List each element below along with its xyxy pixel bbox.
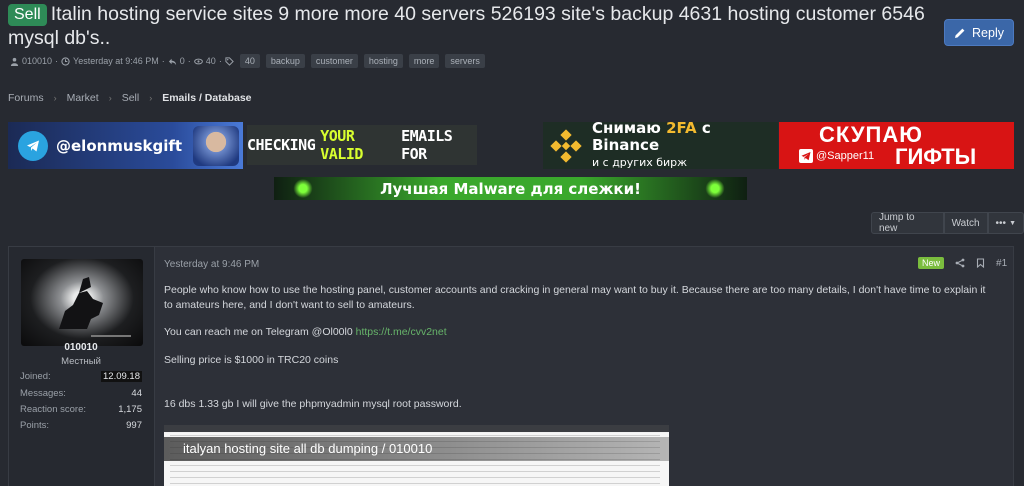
more-options-label: ••• — [995, 217, 1007, 229]
post-paragraph: Selling price is $1000 in TRC20 coins — [164, 354, 339, 366]
ad-banner-binance-text: Снимаю 2FA с Binance и с других бирж — [592, 122, 711, 169]
ad-banner-telegram[interactable]: @elonmuskgift — [8, 122, 243, 169]
prefix-badge[interactable]: Sell — [8, 4, 47, 26]
breadcrumb-market[interactable]: Market — [67, 92, 99, 104]
post-paragraph: You can reach me on Telegram @Ol00l0 htt… — [164, 326, 447, 338]
post-screenshot[interactable]: italyan hosting site all db dumping / 01… — [164, 425, 669, 486]
thread-title-text: Italin hosting service sites 9 more more… — [8, 3, 925, 49]
ad-banner-gifts[interactable]: СКУПАЮ @Sapper11 ГИФТЫ — [779, 122, 1014, 169]
tag-chip[interactable]: backup — [265, 54, 305, 68]
breadcrumb: Forums › Market › Sell › Emails / Databa… — [8, 92, 252, 104]
screenshot-caption: italyan hosting site all db dumping / 01… — [183, 441, 433, 456]
binance-logo-icon — [546, 126, 586, 166]
user-stat-reaction-score: Reaction score: 1,175 — [20, 404, 142, 415]
clock-icon — [61, 56, 70, 66]
eye-icon — [193, 58, 203, 64]
breadcrumb-separator: › — [108, 93, 112, 103]
user-stat-messages: Messages: 44 — [20, 388, 142, 399]
watch-button[interactable]: Watch — [943, 212, 988, 234]
telegram-icon — [799, 149, 813, 163]
ad-text: EMAILS FOR — [401, 127, 453, 163]
thread-title: Sell Italin hosting service sites 9 more … — [8, 2, 928, 50]
ad-text-highlight: YOUR VALID — [320, 127, 363, 163]
post-actions: New #1 — [918, 257, 1007, 269]
ad-banner-binance-2fa[interactable]: Снимаю 2FA с Binance и с других бирж — [543, 122, 778, 169]
jump-to-new-button[interactable]: Jump to new — [871, 212, 944, 234]
alien-icon — [292, 177, 314, 200]
new-badge: New — [918, 257, 945, 269]
user-icon — [10, 57, 19, 66]
more-options-button[interactable]: ••• ▼ — [987, 212, 1024, 234]
thread-date[interactable]: Yesterday at 9:46 PM — [73, 56, 159, 66]
avatar-image — [59, 277, 131, 337]
reply-count-icon — [168, 58, 176, 65]
post-paragraph: People who know how to use the hosting p… — [164, 284, 986, 311]
tag-chip[interactable]: 40 — [239, 54, 260, 68]
ad-banner-portrait — [193, 126, 239, 166]
chevron-down-icon: ▼ — [1009, 219, 1016, 227]
user-stat-points: Points: 997 — [20, 420, 142, 431]
view-count: 40 — [205, 56, 216, 66]
breadcrumb-separator: › — [53, 93, 57, 103]
ad-text: CHECKING — [247, 136, 316, 154]
reply-label: Reply — [972, 25, 1004, 40]
pencil-icon — [955, 28, 965, 38]
ad-text: ГИФТЫ — [895, 144, 977, 169]
telegram-link[interactable]: https://t.me/cvv2net — [356, 326, 447, 338]
ad-handle: @Sapper11 — [799, 149, 874, 163]
alien-icon — [704, 177, 726, 200]
bookmark-icon[interactable] — [976, 258, 985, 268]
thread-author[interactable]: 010010 — [22, 56, 52, 66]
tag-icon — [225, 56, 234, 66]
tag-chip[interactable]: hosting — [363, 54, 403, 68]
post-date[interactable]: Yesterday at 9:46 PM — [164, 259, 259, 270]
share-icon[interactable] — [955, 258, 965, 268]
screenshot-titlebar — [164, 425, 669, 432]
breadcrumb-sell[interactable]: Sell — [122, 92, 140, 104]
ad-banner-malware[interactable]: Лучшая Malware для слежки! — [274, 177, 747, 200]
ad-banner-telegram-text: @elonmuskgift — [56, 136, 183, 155]
post-username[interactable]: 010010 — [8, 342, 154, 353]
ad-text: Лучшая Malware для слежки! — [380, 179, 641, 198]
post-user-title: Местный — [61, 356, 101, 367]
tag-chip[interactable]: customer — [310, 54, 358, 68]
tag-chip[interactable]: more — [408, 54, 440, 68]
ad-banner-email-checker[interactable]: CHECKING YOUR VALID EMAILS FOR — [247, 125, 477, 165]
breadcrumb-forums[interactable]: Forums — [8, 92, 44, 104]
telegram-icon — [18, 130, 48, 161]
reply-count: 0 — [179, 56, 185, 66]
reply-button[interactable]: Reply — [944, 19, 1014, 46]
user-stat-joined: Joined: 12.09.18 — [20, 371, 142, 382]
post-number[interactable]: #1 — [996, 258, 1007, 269]
avatar[interactable] — [21, 259, 143, 346]
breadcrumb-current[interactable]: Emails / Database — [162, 92, 251, 104]
thread-meta: 010010 · Yesterday at 9:46 PM · 0 · 40 ·… — [10, 54, 485, 68]
breadcrumb-separator: › — [149, 93, 153, 103]
tag-chip[interactable]: servers — [445, 54, 485, 68]
thread-actions: Jump to new Watch ••• ▼ — [871, 212, 1024, 234]
post-paragraph: 16 dbs 1.33 gb I will give the phpmyadmi… — [164, 398, 462, 410]
